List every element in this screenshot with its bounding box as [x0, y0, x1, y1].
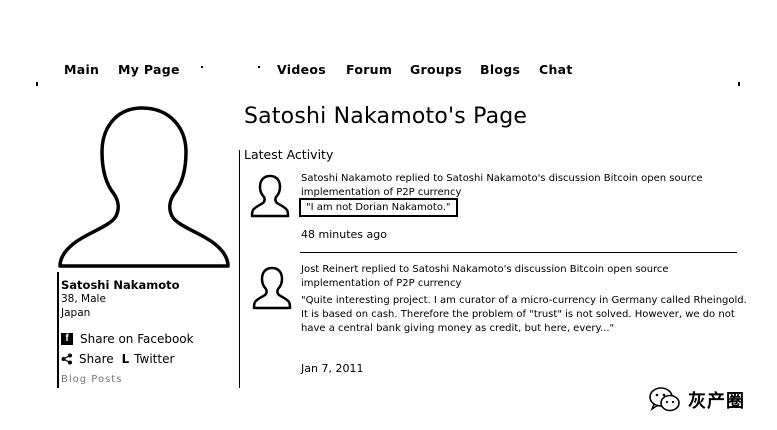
activity-avatar-icon[interactable]: [250, 174, 290, 218]
nav-forum[interactable]: Forum: [346, 62, 392, 77]
activity-time: Jan 7, 2011: [301, 362, 364, 375]
page-title: Satoshi Nakamoto's Page: [244, 104, 528, 129]
activity-avatar-icon[interactable]: [252, 266, 292, 310]
column-divider: [239, 150, 240, 388]
nav-chat[interactable]: Chat: [539, 62, 573, 77]
nav-dot-mark: [258, 66, 260, 68]
share-twitter-row: Share ᒪ Twitter: [61, 352, 174, 366]
profile-age-gender: 38, Male: [61, 293, 106, 305]
nav-edge-mark: [36, 82, 38, 86]
nav-edge-mark: [738, 82, 740, 86]
profile-location: Japan: [61, 307, 91, 319]
nav-groups[interactable]: Groups: [410, 62, 462, 77]
share-twitter-label[interactable]: Twitter: [134, 352, 174, 366]
nav-main[interactable]: Main: [64, 62, 99, 77]
activity-headline: Jost Reinert replied to Satoshi Nakamoto…: [301, 264, 669, 289]
share-icon: [61, 353, 72, 365]
nav-dot-mark: [201, 66, 203, 68]
activity-quote: "Quite interesting project. I am curator…: [301, 295, 747, 334]
nav-videos[interactable]: Videos: [277, 62, 326, 77]
activity-divider: [300, 252, 737, 253]
share-label[interactable]: Share: [79, 352, 114, 366]
nav-my-page[interactable]: My Page: [118, 62, 180, 77]
profile-name[interactable]: Satoshi Nakamoto: [61, 278, 180, 292]
share-facebook-label: Share on Facebook: [80, 332, 194, 346]
profile-rule: [57, 272, 59, 388]
profile-avatar-icon[interactable]: [56, 100, 231, 270]
watermark: 灰产圈: [648, 386, 745, 414]
twitter-icon: ᒪ: [121, 352, 130, 366]
facebook-icon: f: [61, 333, 73, 345]
watermark-text: 灰产圈: [688, 391, 745, 412]
share-facebook-link[interactable]: f Share on Facebook: [61, 332, 194, 346]
blog-posts-link[interactable]: Blog Posts: [61, 374, 122, 385]
activity-headline: Satoshi Nakamoto replied to Satoshi Naka…: [301, 173, 703, 198]
wechat-icon: [649, 387, 680, 412]
activity-time: 48 minutes ago: [301, 228, 387, 241]
activity-quote: "I am not Dorian Nakamoto.": [299, 198, 458, 217]
latest-activity-heading: Latest Activity: [244, 147, 334, 162]
nav-blogs[interactable]: Blogs: [480, 62, 520, 77]
